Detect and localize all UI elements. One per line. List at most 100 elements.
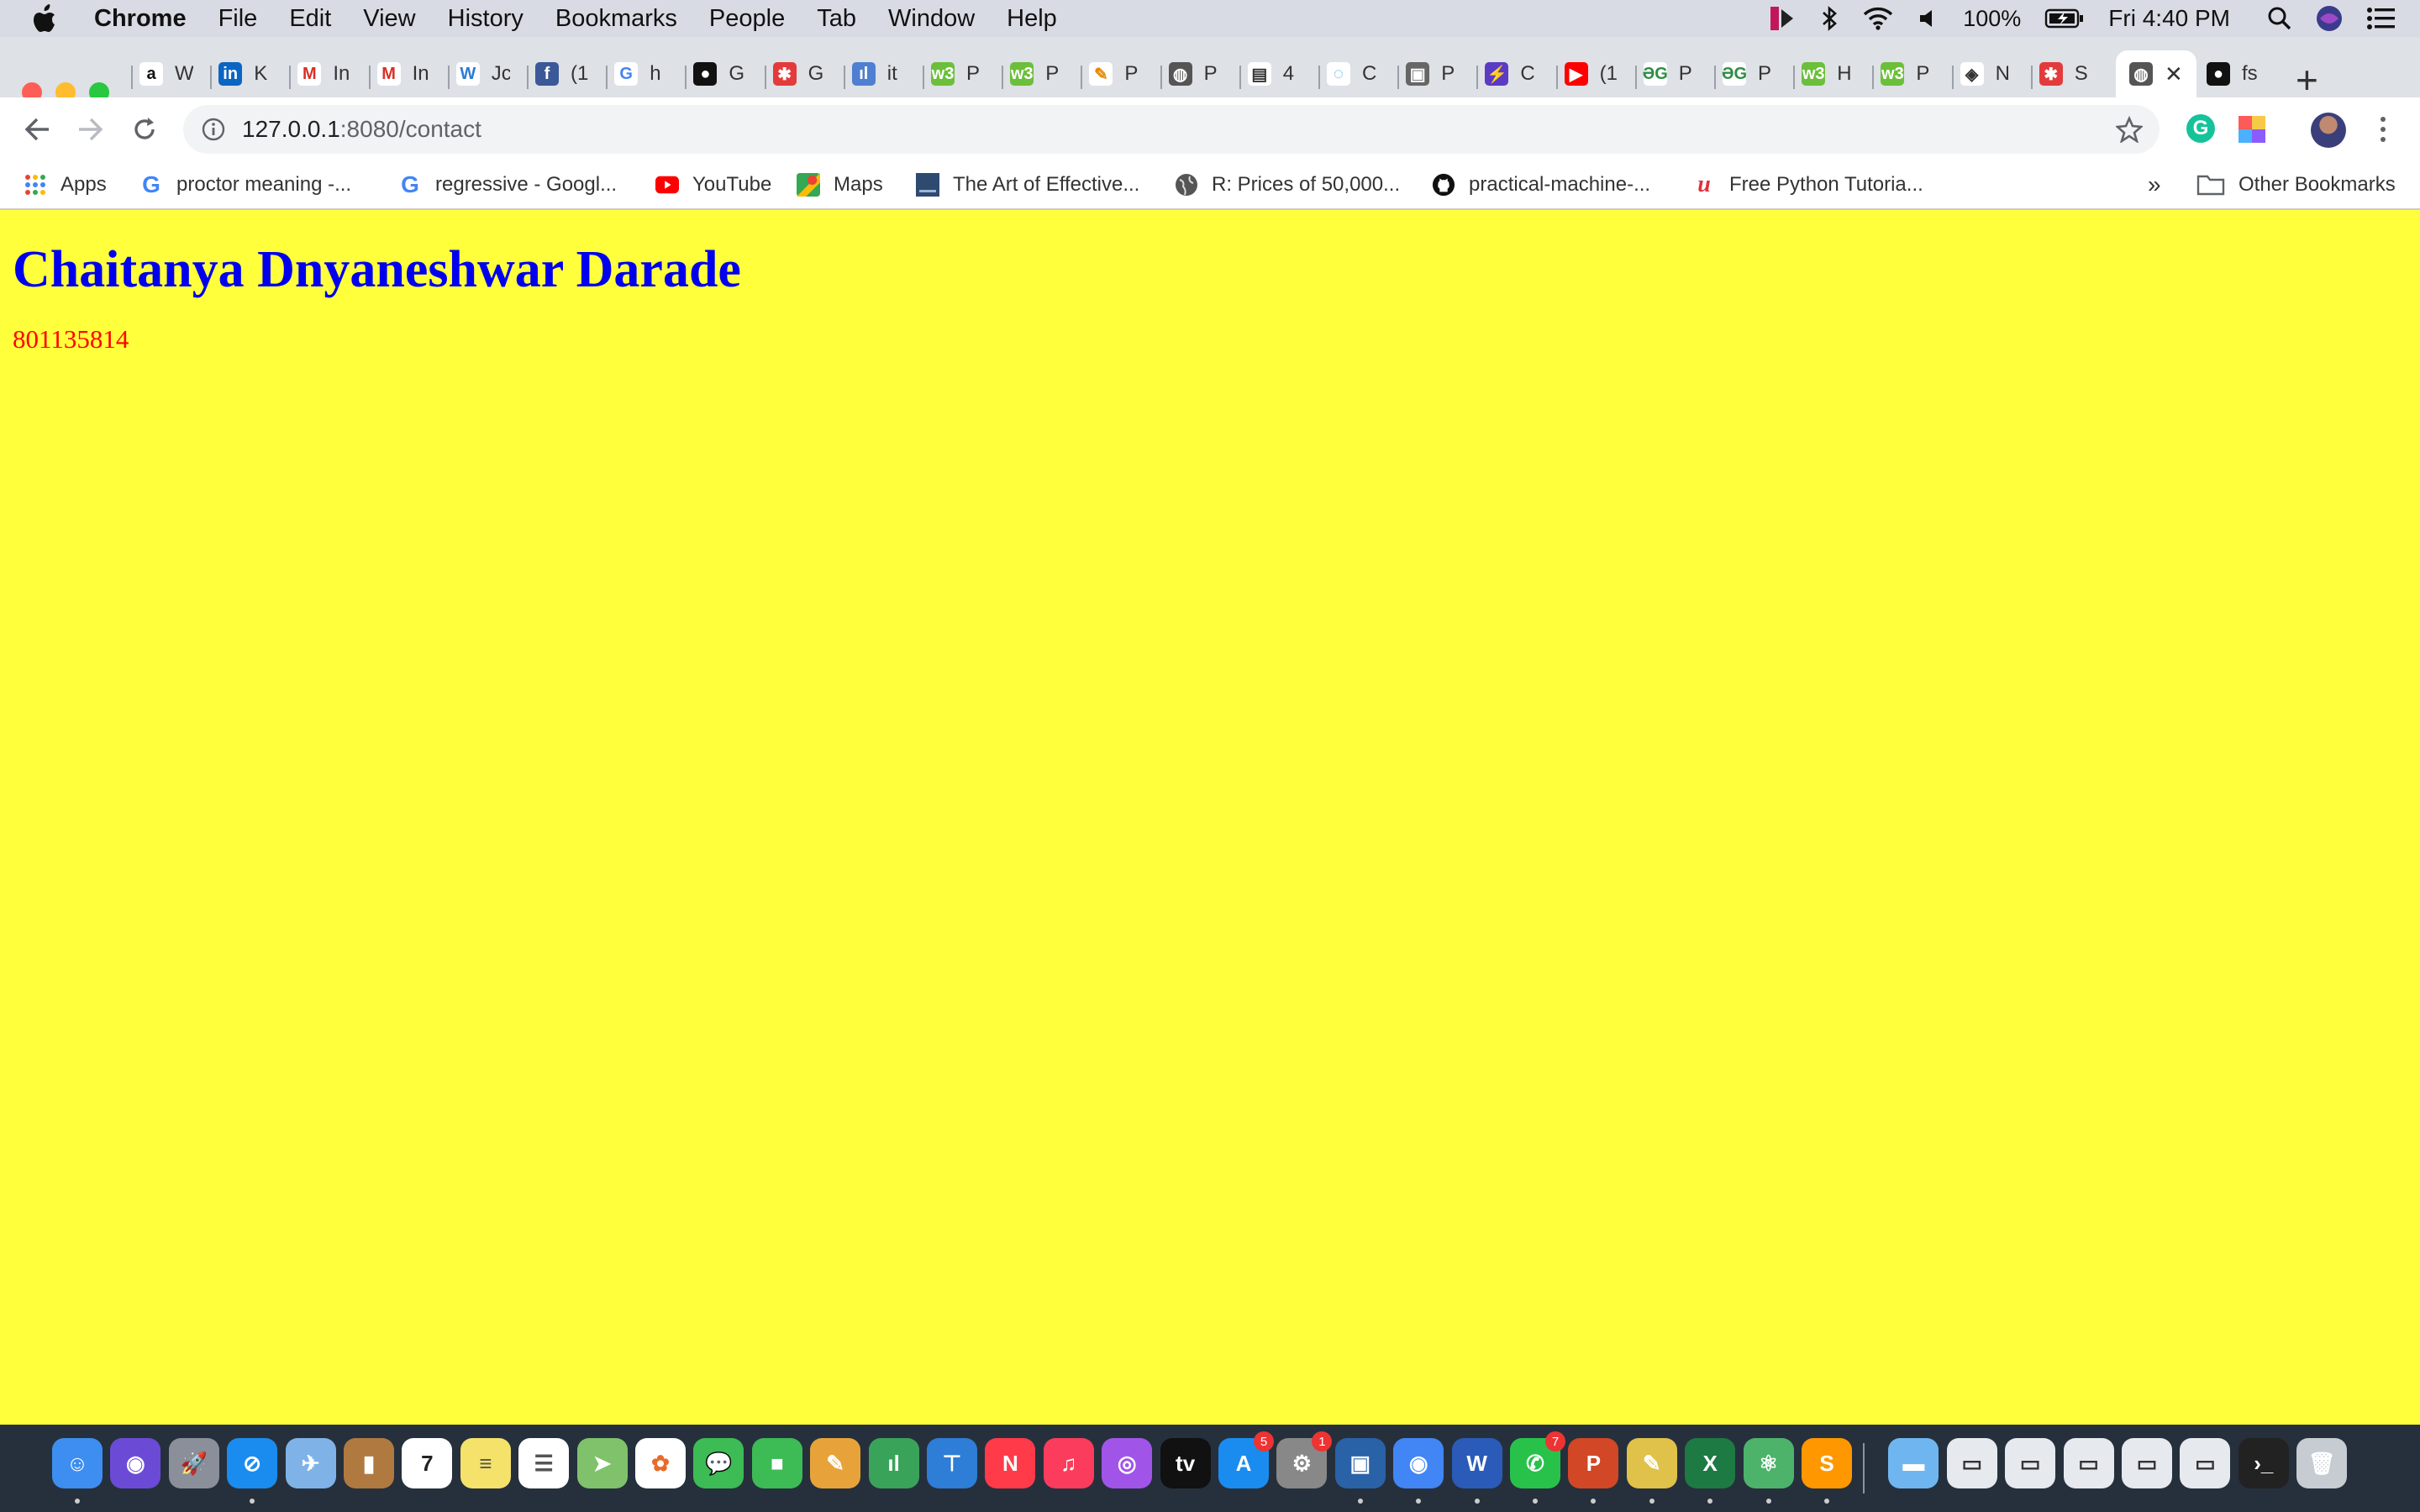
tab-11[interactable]: w3 P: [1010, 50, 1064, 97]
tab-19[interactable]: ƏG P: [1643, 50, 1697, 97]
trash-icon[interactable]: 🗑: [2296, 1438, 2348, 1488]
folder-icon[interactable]: ▬: [1888, 1438, 1939, 1488]
site-info-icon[interactable]: [202, 118, 225, 141]
volume-icon[interactable]: [1918, 7, 1939, 30]
other-bookmarks-folder[interactable]: Other Bookmarks: [2196, 161, 2396, 208]
chrome-icon[interactable]: ◉: [1393, 1438, 1444, 1488]
music-icon[interactable]: ♫: [1043, 1438, 1094, 1488]
active-tab[interactable]: ◍ ✕: [2116, 50, 2196, 97]
browser-menu-icon[interactable]: [2375, 114, 2391, 144]
menu-tab[interactable]: Tab: [801, 5, 872, 33]
podcasts-icon[interactable]: ◎: [1102, 1438, 1153, 1488]
facetime-icon[interactable]: ■: [751, 1438, 802, 1488]
back-button[interactable]: [18, 111, 55, 148]
virtualbox-icon[interactable]: ▣: [1334, 1438, 1386, 1488]
tab-5[interactable]: f (1: [535, 50, 589, 97]
tab-7[interactable]: ● G: [693, 50, 747, 97]
new-tab-button[interactable]: +: [2296, 60, 2318, 99]
tab-15[interactable]: ◌ C: [1327, 50, 1381, 97]
excel-icon[interactable]: X: [1685, 1438, 1736, 1488]
atom-icon[interactable]: ⚛: [1743, 1438, 1794, 1488]
tab-4[interactable]: W Jc: [455, 50, 510, 97]
keynote-podium-icon[interactable]: ⊤: [927, 1438, 977, 1488]
grammarly-extension-icon[interactable]: G: [2186, 114, 2215, 143]
word-icon[interactable]: W: [1451, 1438, 1502, 1488]
sublime-icon[interactable]: S: [1802, 1438, 1852, 1488]
menu-app-name[interactable]: Chrome: [69, 5, 203, 33]
keynote-icon[interactable]: ✎: [810, 1438, 861, 1488]
spotlight-search-icon[interactable]: [2267, 6, 2292, 31]
reload-button[interactable]: [126, 111, 163, 148]
tab-21[interactable]: w3 H: [1802, 50, 1855, 97]
python-icon[interactable]: ✎: [1626, 1438, 1677, 1488]
bookmarks-overflow-button[interactable]: »: [2148, 161, 2161, 208]
tab-github[interactable]: ● fs: [2207, 50, 2260, 97]
news-icon[interactable]: N: [985, 1438, 1036, 1488]
tab-1[interactable]: in K: [218, 50, 272, 97]
powerpoint-icon[interactable]: P: [1568, 1438, 1619, 1488]
whatsapp-icon[interactable]: ✆ 7: [1510, 1431, 1565, 1488]
bookmark-maps[interactable]: Maps: [797, 161, 883, 208]
menu-bookmarks[interactable]: Bookmarks: [539, 5, 693, 33]
system-preferences-icon[interactable]: ⚙ 1: [1276, 1431, 1333, 1488]
bookmark-art-of-effective[interactable]: The Art of Effective...: [916, 161, 1139, 208]
contacts-icon[interactable]: ▮: [344, 1438, 394, 1488]
tab-24[interactable]: ✱ S: [2039, 50, 2093, 97]
bookmark-r-prices[interactable]: R: Prices of 50,000...: [1175, 161, 1400, 208]
mail-icon[interactable]: ✈: [285, 1438, 336, 1488]
bookmark-practical-machine[interactable]: practical-machine-...: [1432, 161, 1650, 208]
forward-button[interactable]: [72, 111, 109, 148]
tab-2[interactable]: M In: [297, 50, 351, 97]
tab-6[interactable]: Gh: [614, 50, 668, 97]
tv-icon[interactable]: tv: [1160, 1438, 1211, 1488]
battery-percent[interactable]: 100%: [1963, 6, 2021, 32]
menu-help[interactable]: Help: [991, 5, 1073, 33]
bluetooth-icon[interactable]: [1820, 5, 1839, 32]
window-thumb-icon[interactable]: ▭: [1946, 1438, 1997, 1488]
siri-icon[interactable]: [2316, 5, 2343, 32]
bookmark-apps[interactable]: Apps: [24, 161, 107, 208]
color-extension-icon[interactable]: [2238, 116, 2265, 143]
appstore-icon[interactable]: A5: [1218, 1431, 1274, 1488]
window-thumb-icon[interactable]: ▭: [2063, 1438, 2114, 1488]
menubar-clock[interactable]: Fri 4:40 PM: [2108, 5, 2230, 32]
tab-3[interactable]: M In: [376, 50, 431, 97]
tab-22[interactable]: w3 P: [1881, 50, 1934, 97]
tab-close-icon[interactable]: ✕: [2165, 61, 2183, 87]
window-thumb-icon[interactable]: ▭: [2122, 1438, 2172, 1488]
bookmark-youtube[interactable]: YouTube: [655, 161, 771, 208]
tab-20[interactable]: ƏG P: [1722, 50, 1776, 97]
url-text[interactable]: 127.0.0.1:8080/contact: [242, 116, 481, 143]
reminders-icon[interactable]: ☰: [518, 1438, 570, 1488]
menu-people[interactable]: People: [693, 5, 801, 33]
menu-edit[interactable]: Edit: [273, 5, 347, 33]
window-thumb-icon[interactable]: ▭: [2180, 1438, 2231, 1488]
tab-13[interactable]: ◍ P: [1168, 50, 1223, 97]
apple-menu-icon[interactable]: [20, 0, 69, 37]
wifi-icon[interactable]: [1862, 6, 1894, 31]
status-app-icon[interactable]: [1768, 4, 1797, 33]
finder-icon[interactable]: ☺: [52, 1438, 103, 1488]
menu-window[interactable]: Window: [872, 5, 991, 33]
tab-8[interactable]: ✱ G: [772, 50, 827, 97]
bookmark-regressive[interactable]: G regressive - Googl...: [398, 161, 617, 208]
numbers-icon[interactable]: ıl: [868, 1438, 919, 1488]
tab-23[interactable]: ◈ N: [1960, 50, 2014, 97]
tab-14[interactable]: ▤ 4: [1247, 50, 1302, 97]
profile-avatar[interactable]: [2311, 113, 2346, 148]
messages-icon[interactable]: 💬: [693, 1438, 744, 1488]
tab-18[interactable]: ▶ (1: [1564, 50, 1618, 97]
tab-9[interactable]: ıl it: [851, 50, 906, 97]
tab-17[interactable]: ⚡ C: [1485, 50, 1539, 97]
address-bar[interactable]: 127.0.0.1:8080/contact: [183, 105, 2160, 154]
menu-view[interactable]: View: [347, 5, 431, 33]
terminal-icon[interactable]: ›_: [2238, 1438, 2289, 1488]
bookmark-proctor[interactable]: G proctor meaning -...: [139, 161, 351, 208]
tab-0[interactable]: aW: [139, 50, 193, 97]
maps-icon[interactable]: ➤: [576, 1438, 628, 1488]
tab-10[interactable]: w3 P: [931, 50, 985, 97]
safari-icon[interactable]: ⊘: [227, 1438, 278, 1488]
window-thumb-icon[interactable]: ▭: [2005, 1438, 2056, 1488]
launchpad-icon[interactable]: 🚀: [168, 1438, 219, 1488]
bookmark-free-python[interactable]: u Free Python Tutoria...: [1692, 161, 1923, 208]
